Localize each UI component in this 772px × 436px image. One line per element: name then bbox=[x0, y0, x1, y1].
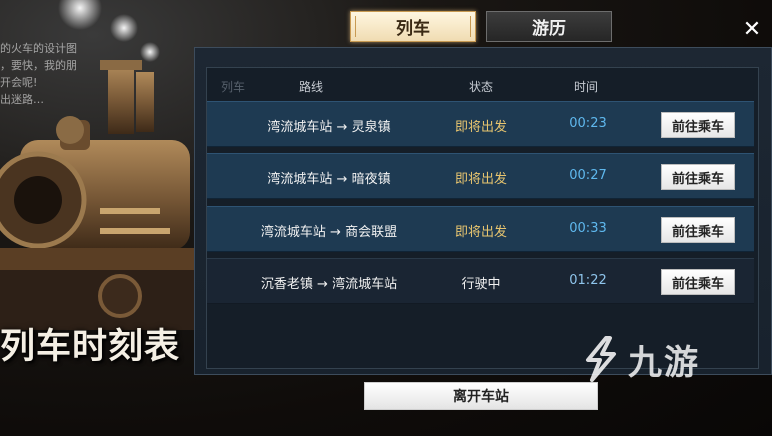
header-route: 路线 bbox=[299, 80, 324, 94]
time-cell: 00:27 bbox=[569, 168, 607, 183]
header-time: 时间 bbox=[574, 80, 599, 94]
background-story-text: 的火车的设计图 ，要快，我的朋 开会呢! 出迷路… bbox=[0, 40, 98, 108]
story-line: 出迷路… bbox=[0, 93, 44, 106]
nine-game-logo-icon bbox=[586, 336, 616, 382]
header-train: 列车 bbox=[221, 80, 246, 94]
table-header: 列车 路线 状态 时间 bbox=[207, 72, 758, 98]
watermark-text: 九游 bbox=[628, 342, 700, 383]
tab-train[interactable]: 列车 bbox=[350, 11, 476, 42]
board-train-button[interactable]: 前往乘车 bbox=[661, 112, 735, 138]
header-status: 状态 bbox=[469, 80, 494, 94]
tab-travel[interactable]: 游历 bbox=[486, 11, 612, 42]
table-row: 湾流城车站 → 暗夜镇 即将出发 00:27 前往乘车 bbox=[207, 153, 754, 199]
story-line: ，要快，我的朋 bbox=[0, 59, 77, 72]
board-train-button[interactable]: 前往乘车 bbox=[661, 269, 735, 295]
status-cell: 即将出发 bbox=[454, 225, 507, 240]
status-cell: 行驶中 bbox=[461, 277, 501, 292]
close-icon[interactable]: ✕ bbox=[740, 18, 764, 42]
board-train-button[interactable]: 前往乘车 bbox=[661, 164, 735, 190]
status-cell: 即将出发 bbox=[454, 172, 507, 187]
time-cell: 00:23 bbox=[569, 116, 607, 131]
time-cell: 00:33 bbox=[569, 221, 607, 236]
story-line: 的火车的设计图 bbox=[0, 42, 77, 55]
table-row: 湾流城车站 → 灵泉镇 即将出发 00:23 前往乘车 bbox=[207, 101, 754, 147]
route-cell: 湾流城车站 → 灵泉镇 bbox=[267, 120, 391, 135]
table-row: 沉香老镇 → 湾流城车站 行驶中 01:22 前往乘车 bbox=[207, 258, 754, 304]
promo-title: 列车时刻表 bbox=[0, 327, 181, 367]
leave-station-button[interactable]: 离开车站 bbox=[364, 382, 598, 410]
route-cell: 湾流城车站 → 商会联盟 bbox=[260, 225, 398, 240]
route-cell: 湾流城车站 → 暗夜镇 bbox=[267, 172, 391, 187]
watermark: 九游 bbox=[580, 334, 700, 384]
route-cell: 沉香老镇 → 湾流城车站 bbox=[260, 277, 398, 292]
story-line: 开会呢! bbox=[0, 76, 38, 89]
time-cell: 01:22 bbox=[569, 273, 607, 288]
board-train-button[interactable]: 前往乘车 bbox=[661, 217, 735, 243]
table-row: 湾流城车站 → 商会联盟 即将出发 00:33 前往乘车 bbox=[207, 206, 754, 252]
status-cell: 即将出发 bbox=[454, 120, 507, 135]
